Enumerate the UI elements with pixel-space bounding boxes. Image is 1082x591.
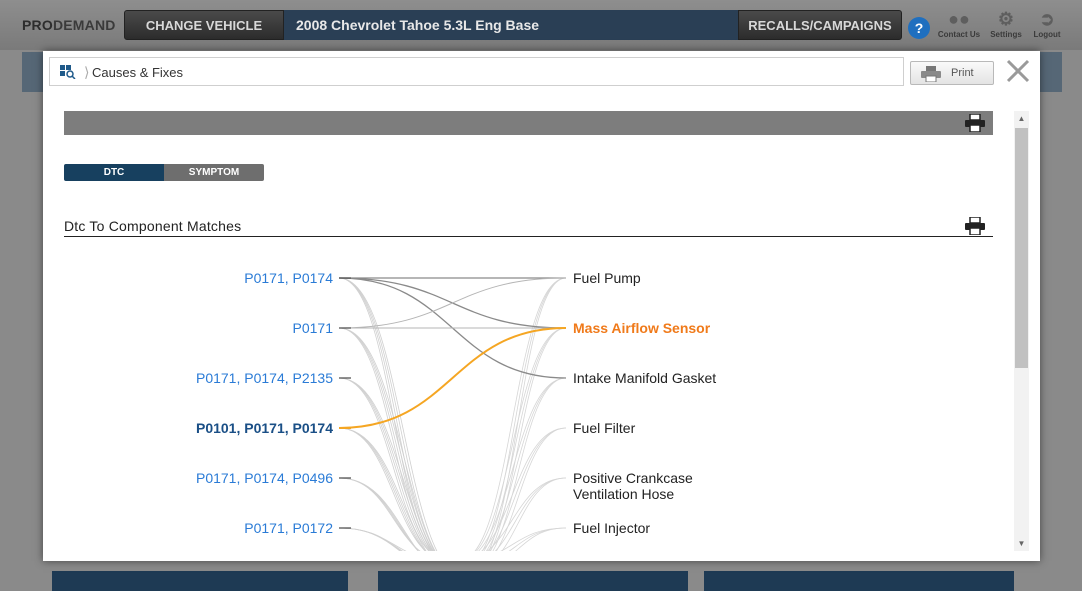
- component-label[interactable]: Mass Airflow Sensor: [573, 320, 711, 336]
- match-link-faint: [480, 427, 567, 551]
- component-label[interactable]: Intake Manifold Gasket: [573, 370, 716, 386]
- tab-symptom[interactable]: SYMPTOM: [164, 164, 264, 181]
- component-label-line: Positive Crankcase: [573, 470, 693, 486]
- match-link-faint: [338, 377, 430, 551]
- match-link-faint: [477, 377, 567, 551]
- component-label-line: Ventilation Hose: [573, 486, 674, 502]
- dtc-code-link[interactable]: P0171, P0172: [244, 520, 333, 536]
- causes-fixes-content: DTC SYMPTOM Dtc To Component Matches P01…: [64, 111, 993, 551]
- match-link-faint: [338, 527, 404, 551]
- section-divider: [64, 236, 993, 237]
- component-search-icon[interactable]: [60, 65, 76, 79]
- close-icon[interactable]: [1005, 55, 1031, 85]
- match-link-faint: [338, 327, 434, 551]
- logout-button[interactable]: ➲ Logout: [1030, 8, 1064, 39]
- dtc-code-link[interactable]: P0101, P0171, P0174: [196, 420, 333, 436]
- background-card: [704, 571, 1014, 591]
- background-card: [378, 571, 688, 591]
- help-icon[interactable]: ?: [908, 17, 930, 39]
- contact-us-label: Contact Us: [937, 30, 981, 39]
- dtc-code-link[interactable]: P0171, P0174, P0496: [196, 470, 333, 486]
- causes-fixes-modal: ⟩ Causes & Fixes Print DTC SYMPTOM Dtc T…: [43, 51, 1040, 561]
- breadcrumb-causes-fixes[interactable]: Causes & Fixes: [92, 65, 183, 80]
- scroll-up-arrow-icon[interactable]: ▲: [1014, 111, 1029, 126]
- component-label[interactable]: Positive Crankcase Ventilation Hose: [573, 470, 693, 502]
- dtc-symptom-toggle: DTC SYMPTOM: [64, 164, 264, 181]
- match-link-faint: [338, 377, 430, 551]
- component-label[interactable]: Fuel Pump: [573, 270, 641, 286]
- component-label-line: Fuel Pump: [573, 270, 641, 286]
- printer-icon[interactable]: [965, 114, 985, 132]
- dtc-code-link[interactable]: P0171: [293, 320, 334, 336]
- component-label[interactable]: Fuel Injector: [573, 520, 650, 536]
- content-header-bar: [64, 111, 993, 135]
- match-link-faint: [488, 277, 567, 551]
- dtc-code-link[interactable]: P0171, P0174, P2135: [196, 370, 333, 386]
- chat-bubbles-icon: ●●: [948, 9, 970, 29]
- match-link-faint: [338, 277, 434, 551]
- modal-scrollbar[interactable]: ▲ ▼: [1014, 111, 1029, 551]
- component-label-line: Fuel Injector: [573, 520, 650, 536]
- match-link-faint: [338, 277, 434, 551]
- tab-dtc[interactable]: DTC: [64, 164, 164, 181]
- scroll-down-arrow-icon[interactable]: ▼: [1014, 536, 1029, 551]
- settings-button[interactable]: ⚙ Settings: [986, 8, 1026, 39]
- component-label[interactable]: Fuel Filter: [573, 420, 636, 436]
- scroll-thumb[interactable]: [1015, 128, 1028, 368]
- settings-label: Settings: [990, 30, 1022, 39]
- printer-icon: [921, 66, 941, 82]
- logout-label: Logout: [1033, 30, 1061, 39]
- vehicle-selection-display: 2008 Chevrolet Tahoe 5.3L Eng Base: [284, 10, 738, 40]
- match-link-faint: [485, 377, 567, 551]
- logout-icon: ➲: [1039, 9, 1055, 29]
- contact-us-button[interactable]: ●● Contact Us: [937, 8, 981, 39]
- match-link: [338, 277, 567, 329]
- logo-pro-text: PRO: [22, 17, 53, 33]
- logo-demand-text: DEMAND: [52, 17, 116, 33]
- match-link-faint: [481, 277, 567, 551]
- background-card: [52, 571, 348, 591]
- dtc-component-match-diagram: P0171, P0174 P0171 P0171, P0174, P2135 P010…: [196, 270, 716, 551]
- recalls-campaigns-button[interactable]: RECALLS/CAMPAIGNS: [738, 10, 902, 40]
- gears-icon: ⚙: [997, 9, 1015, 29]
- match-link-faint: [515, 527, 567, 551]
- component-label-line: Intake Manifold Gasket: [573, 370, 716, 386]
- dtc-code-link[interactable]: P0171, P0174: [244, 270, 333, 286]
- section-title: Dtc To Component Matches: [64, 218, 242, 234]
- match-link-faint: [474, 277, 567, 551]
- prodemand-logo[interactable]: PRODEMAND: [22, 17, 116, 33]
- component-label-line: Mass Airflow Sensor: [573, 320, 711, 336]
- print-button[interactable]: Print: [910, 61, 994, 85]
- match-link-faint: [500, 527, 567, 551]
- app-header: PRODEMAND CHANGE VEHICLE 2008 Chevrolet …: [0, 0, 1082, 50]
- breadcrumb-separator: ⟩: [84, 64, 90, 80]
- change-vehicle-button[interactable]: CHANGE VEHICLE: [124, 10, 284, 40]
- section-printer-icon[interactable]: [965, 217, 985, 235]
- component-label-line: Fuel Filter: [573, 420, 636, 436]
- print-button-label: Print: [951, 67, 974, 79]
- breadcrumb: ⟩ Causes & Fixes: [49, 57, 904, 86]
- match-link-faint: [475, 327, 567, 551]
